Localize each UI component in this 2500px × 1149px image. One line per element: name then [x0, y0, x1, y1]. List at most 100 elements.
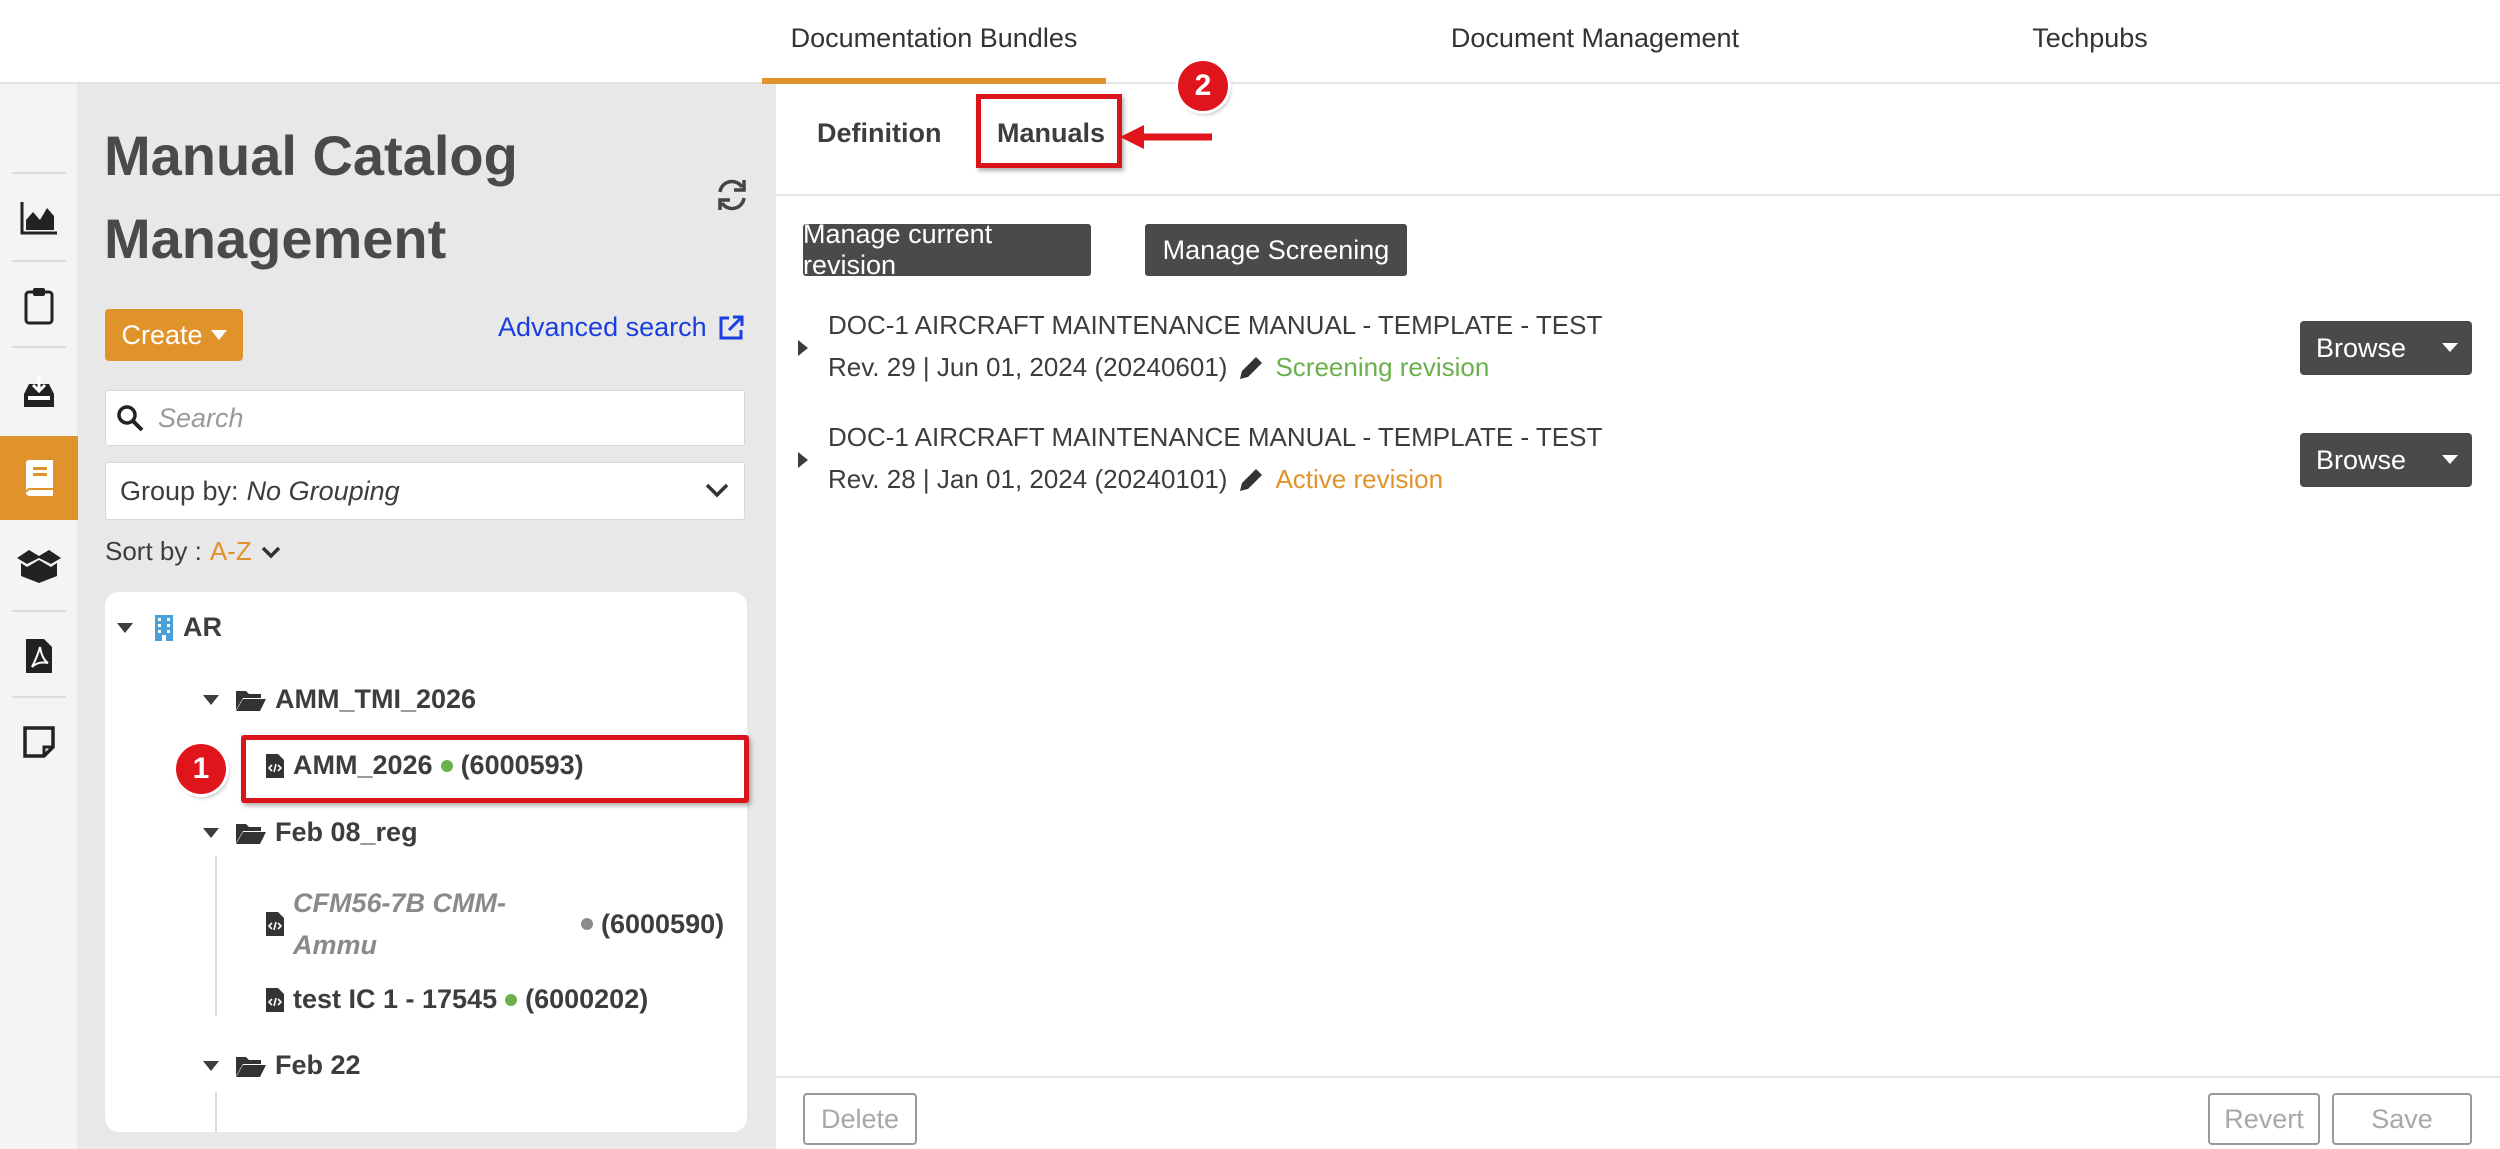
- manual-revision-line: Rev. 29 | Jun 01, 2024 (20240601) Screen…: [828, 352, 1489, 383]
- file-code-icon: [266, 912, 284, 936]
- manual-revision: Rev. 28 | Jan 01, 2024 (20240101): [828, 464, 1228, 494]
- sort-by-control[interactable]: Sort by : A-Z: [105, 536, 282, 567]
- search-field[interactable]: Search: [105, 390, 745, 446]
- status-dot: [505, 993, 518, 1006]
- search-icon: [117, 405, 144, 432]
- tab-definition[interactable]: Definition: [817, 118, 941, 149]
- browse-label: Browse: [2316, 332, 2407, 363]
- tree-folder-amm-tmi-2026[interactable]: AMM_TMI_2026: [203, 684, 476, 715]
- catalog-tree: AR AMM_TMI_2026 AMM_2026 (6000593) Feb 0…: [105, 592, 747, 1132]
- browse-button[interactable]: Browse: [2300, 433, 2472, 487]
- tree-node-ar[interactable]: AR: [117, 612, 222, 643]
- catalog-panel: Manual Catalog Management Create Advance…: [78, 84, 776, 1149]
- advanced-search-link[interactable]: Advanced search: [498, 312, 745, 343]
- caret-down-icon: [203, 1060, 219, 1071]
- create-button[interactable]: Create: [105, 309, 243, 361]
- create-label: Create: [121, 319, 203, 350]
- caret-down-icon[interactable]: [2442, 343, 2458, 352]
- manage-screening-button[interactable]: Manage Screening: [1145, 224, 1407, 276]
- tree-folder-feb-22[interactable]: Feb 22: [203, 1050, 361, 1081]
- building-icon: [155, 614, 173, 641]
- sticky-note-icon[interactable]: [0, 700, 78, 784]
- chevron-down-icon: [261, 546, 280, 558]
- file-code-icon: [266, 987, 284, 1012]
- group-by-select[interactable]: Group by: No Grouping: [105, 462, 745, 520]
- book-icon[interactable]: [0, 436, 78, 520]
- top-navigation: Documentation Bundles Document Managemen…: [0, 0, 2500, 84]
- rail-divider: [12, 346, 66, 348]
- tree-node-label: AMM_TMI_2026: [275, 684, 477, 714]
- caret-right-icon[interactable]: [798, 452, 808, 468]
- manual-entry: DOC-1 AIRCRAFT MAINTENANCE MANUAL - TEMP…: [798, 310, 1998, 394]
- rail-divider: [12, 260, 66, 262]
- icon-rail: [0, 84, 78, 1149]
- caret-down-icon: [203, 694, 219, 705]
- group-by-label: Group by:: [120, 475, 239, 506]
- tree-connector: [215, 856, 217, 1016]
- tree-item-cfm56[interactable]: CFM56-7B CMM- Ammu (6000590): [265, 882, 735, 966]
- manual-revision-line: Rev. 28 | Jan 01, 2024 (20240101) Active…: [828, 464, 1443, 495]
- browse-button[interactable]: Browse: [2300, 321, 2472, 375]
- rail-divider: [12, 610, 66, 612]
- manual-title: DOC-1 AIRCRAFT MAINTENANCE MANUAL - TEMP…: [828, 310, 1603, 340]
- action-footer: Delete Revert Save: [776, 1076, 2500, 1149]
- folder-open-icon: [236, 1056, 266, 1077]
- tab-documentation-bundles[interactable]: Documentation Bundles: [762, 0, 1106, 84]
- save-button[interactable]: Save: [2332, 1093, 2472, 1145]
- highlight-box-1: [241, 735, 749, 803]
- tree-connector: [215, 1092, 217, 1132]
- tree-node-label: Feb 08_reg: [275, 817, 418, 847]
- search-input[interactable]: Search: [158, 403, 244, 434]
- browse-label: Browse: [2316, 444, 2407, 475]
- revision-status: Screening revision: [1275, 352, 1490, 382]
- caret-right-icon[interactable]: [798, 340, 808, 356]
- tree-folder-feb-08-reg[interactable]: Feb 08_reg: [203, 817, 418, 848]
- tree-node-label: AR: [183, 612, 222, 642]
- rail-divider: [12, 172, 66, 174]
- file-pdf-icon[interactable]: [0, 614, 78, 698]
- step-badge-1: 1: [176, 744, 226, 794]
- rail-divider: [12, 696, 66, 698]
- folder-open-icon: [236, 690, 266, 711]
- sort-by-value: A-Z: [209, 536, 252, 566]
- manual-revision: Rev. 29 | Jun 01, 2024 (20240601): [828, 352, 1228, 382]
- inbox-download-icon[interactable]: [0, 350, 78, 434]
- step-badge-2: 2: [1178, 61, 1228, 111]
- delete-button[interactable]: Delete: [803, 1093, 917, 1145]
- tree-node-id: (6000590): [601, 908, 725, 939]
- status-dot: [581, 918, 593, 930]
- manage-current-revision-button[interactable]: Manage current revision: [803, 219, 1091, 280]
- pencil-icon[interactable]: [1237, 466, 1265, 494]
- external-link-icon: [719, 315, 744, 339]
- clipboard-icon[interactable]: [0, 264, 78, 348]
- advanced-search-label: Advanced search: [498, 312, 707, 342]
- chevron-down-icon: [705, 483, 729, 498]
- tree-node-label: Ammu: [293, 930, 378, 960]
- page-title: Manual Catalog Management: [104, 124, 518, 270]
- tab-document-management[interactable]: Document Management: [1430, 0, 1760, 84]
- tab-techpubs[interactable]: Techpubs: [2010, 0, 2170, 84]
- annotation-arrow-icon: [1120, 125, 1212, 149]
- sort-by-label: Sort by :: [105, 536, 202, 566]
- refresh-icon[interactable]: [715, 178, 749, 212]
- caret-down-icon: [203, 827, 219, 838]
- tree-node-label: test IC 1 - 17545: [293, 984, 498, 1014]
- tree-item-test-ic[interactable]: test IC 1 - 17545 (6000202): [265, 984, 648, 1015]
- manual-title: DOC-1 AIRCRAFT MAINTENANCE MANUAL - TEMP…: [828, 422, 1603, 452]
- highlight-box-2: [976, 94, 1122, 168]
- revert-button[interactable]: Revert: [2208, 1093, 2320, 1145]
- folder-open-icon: [236, 823, 266, 844]
- pencil-icon[interactable]: [1237, 354, 1265, 382]
- revision-status: Active revision: [1275, 464, 1444, 494]
- caret-down-icon[interactable]: [2442, 455, 2458, 464]
- caret-down-icon: [210, 330, 227, 340]
- box-open-icon[interactable]: [0, 524, 78, 608]
- manual-entry: DOC-1 AIRCRAFT MAINTENANCE MANUAL - TEMP…: [798, 422, 1998, 506]
- tree-node-id: (6000202): [525, 984, 649, 1014]
- group-by-value: No Grouping: [246, 475, 400, 506]
- detail-panel: Definition Manuals 2 Manage current revi…: [776, 61, 2500, 1149]
- tree-node-label: CFM56-7B CMM-: [293, 888, 506, 918]
- tree-node-label: Feb 22: [275, 1050, 361, 1080]
- caret-down-icon: [117, 622, 133, 633]
- chart-area-icon[interactable]: [0, 176, 78, 260]
